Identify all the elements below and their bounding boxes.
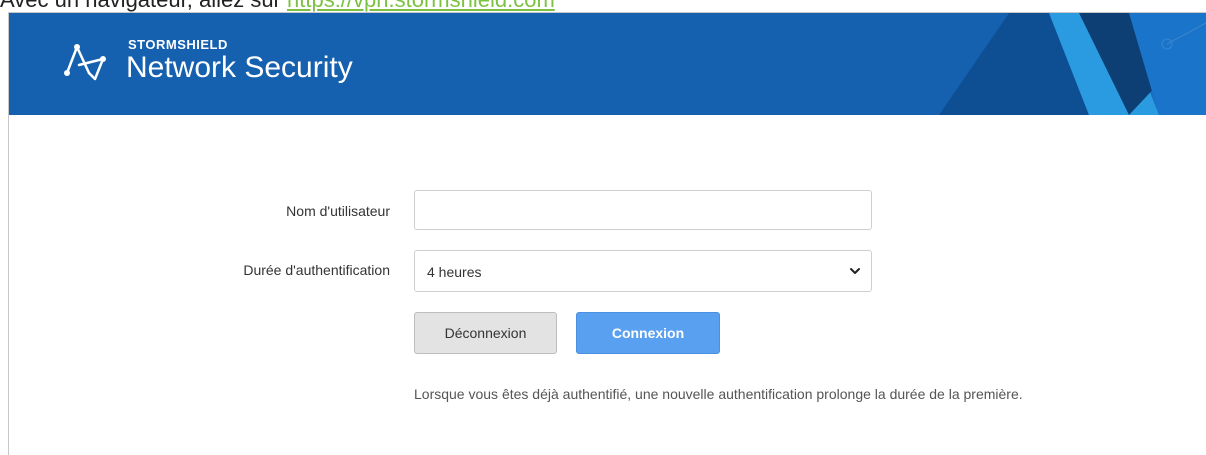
vpn-url-link[interactable]: https://vpn.stormshield.com: [287, 0, 555, 12]
info-note: Lorsque vous êtes déjà authentifié, une …: [414, 386, 1023, 402]
username-label: Nom d'utilisateur: [286, 203, 390, 219]
stormshield-logo-icon: [64, 44, 106, 81]
duration-select[interactable]: 4 heures: [414, 250, 872, 292]
duration-selected-value: 4 heures: [427, 264, 482, 280]
chevron-down-icon: [850, 268, 860, 274]
brand-stormshield: STORMSHIELD: [128, 37, 228, 52]
duration-label: Durée d'authentification: [243, 262, 390, 278]
header-banner: STORMSHIELD Network Security: [9, 13, 1206, 115]
username-input[interactable]: [414, 190, 872, 230]
login-button[interactable]: Connexion: [576, 312, 720, 354]
brand-network-security: Network Security: [126, 51, 353, 84]
document-intro-text: Avec un navigateur, allez sur: [0, 0, 287, 12]
logout-button[interactable]: Déconnexion: [414, 312, 557, 354]
